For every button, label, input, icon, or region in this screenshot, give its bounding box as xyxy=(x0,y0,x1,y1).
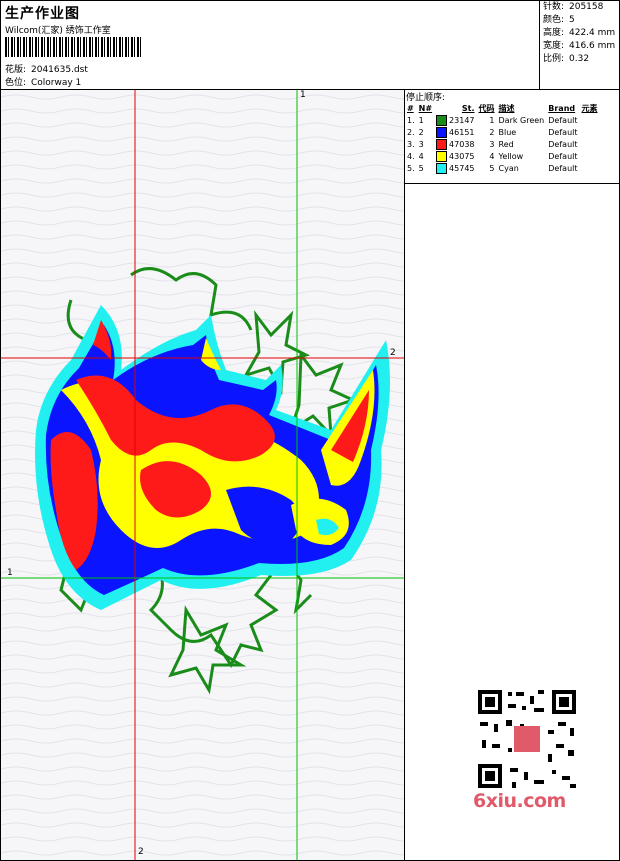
stat-stitches: 针数: 205158 xyxy=(543,2,604,12)
design-stats: 针数: 205158 颜色: 5 高度: 422.4 mm 宽度: 416.6 mm 比… xyxy=(539,1,619,89)
barcode xyxy=(5,37,143,57)
color-row: 3. 3 47038 3 Red Default xyxy=(407,138,578,150)
red-vertical-guide-label: 2 xyxy=(138,847,144,857)
stop-sequence-panel: 停止顺序: # N# St. 代码 描述 Brand 元素 1. 1 23147 1 D… xyxy=(405,90,619,184)
color-row: 1. 1 23147 1 Dark Green Default xyxy=(407,114,578,126)
green-vertical-guide-label: 1 xyxy=(300,90,306,100)
stat-width: 宽度: 416.6 mm xyxy=(543,41,616,51)
rhino-embroidery-artwork xyxy=(1,90,404,860)
sheet-header: 生产作业图 Wilcom(汇家) 绣饰工作室 花版: 2041635.dst 色位… xyxy=(1,1,619,90)
watermark-site: 6xiu.com xyxy=(473,790,566,812)
color-swatch xyxy=(436,138,448,150)
color-swatch xyxy=(436,162,448,174)
color-swatch xyxy=(436,126,448,138)
production-sheet: 生产作业图 Wilcom(汇家) 绣饰工作室 花版: 2041635.dst 色位… xyxy=(0,0,620,861)
color-row: 4. 4 43075 4 Yellow Default xyxy=(407,150,578,162)
company-name: Wilcom(汇家) 绣饰工作室 xyxy=(5,26,111,36)
qr-code xyxy=(472,684,582,794)
design-file: 2041635.dst xyxy=(31,65,88,75)
color-sequence-table: # N# St. 代码 描述 Brand 元素 1. 1 23147 1 Dark Gr… xyxy=(405,102,600,174)
colorway-line: 色位: Colorway 1 xyxy=(5,78,82,88)
stat-scale: 比例: 0.32 xyxy=(543,54,590,64)
color-swatch xyxy=(436,114,448,126)
stat-height: 高度: 422.4 mm xyxy=(543,28,616,38)
color-row: 5. 5 45745 5 Cyan Default xyxy=(407,162,578,174)
design-preview: 2 1 2 1 xyxy=(1,90,405,860)
design-name-line: 花版: 2041635.dst xyxy=(5,65,88,75)
brand-stamp-icon xyxy=(514,726,540,752)
color-row: 2. 2 46151 2 Blue Default xyxy=(407,126,578,138)
color-swatch xyxy=(436,150,448,162)
red-horizontal-guide-label: 2 xyxy=(390,348,396,358)
colorway: Colorway 1 xyxy=(31,78,82,88)
green-horizontal-guide-label: 1 xyxy=(7,568,13,578)
side-panel: 停止顺序: # N# St. 代码 描述 Brand 元素 1. 1 23147 1 D… xyxy=(405,90,619,860)
table-header-row: # N# St. 代码 描述 Brand 元素 xyxy=(407,103,598,113)
stat-colors: 颜色: 5 xyxy=(543,15,575,25)
sheet-title: 生产作业图 xyxy=(5,6,80,22)
